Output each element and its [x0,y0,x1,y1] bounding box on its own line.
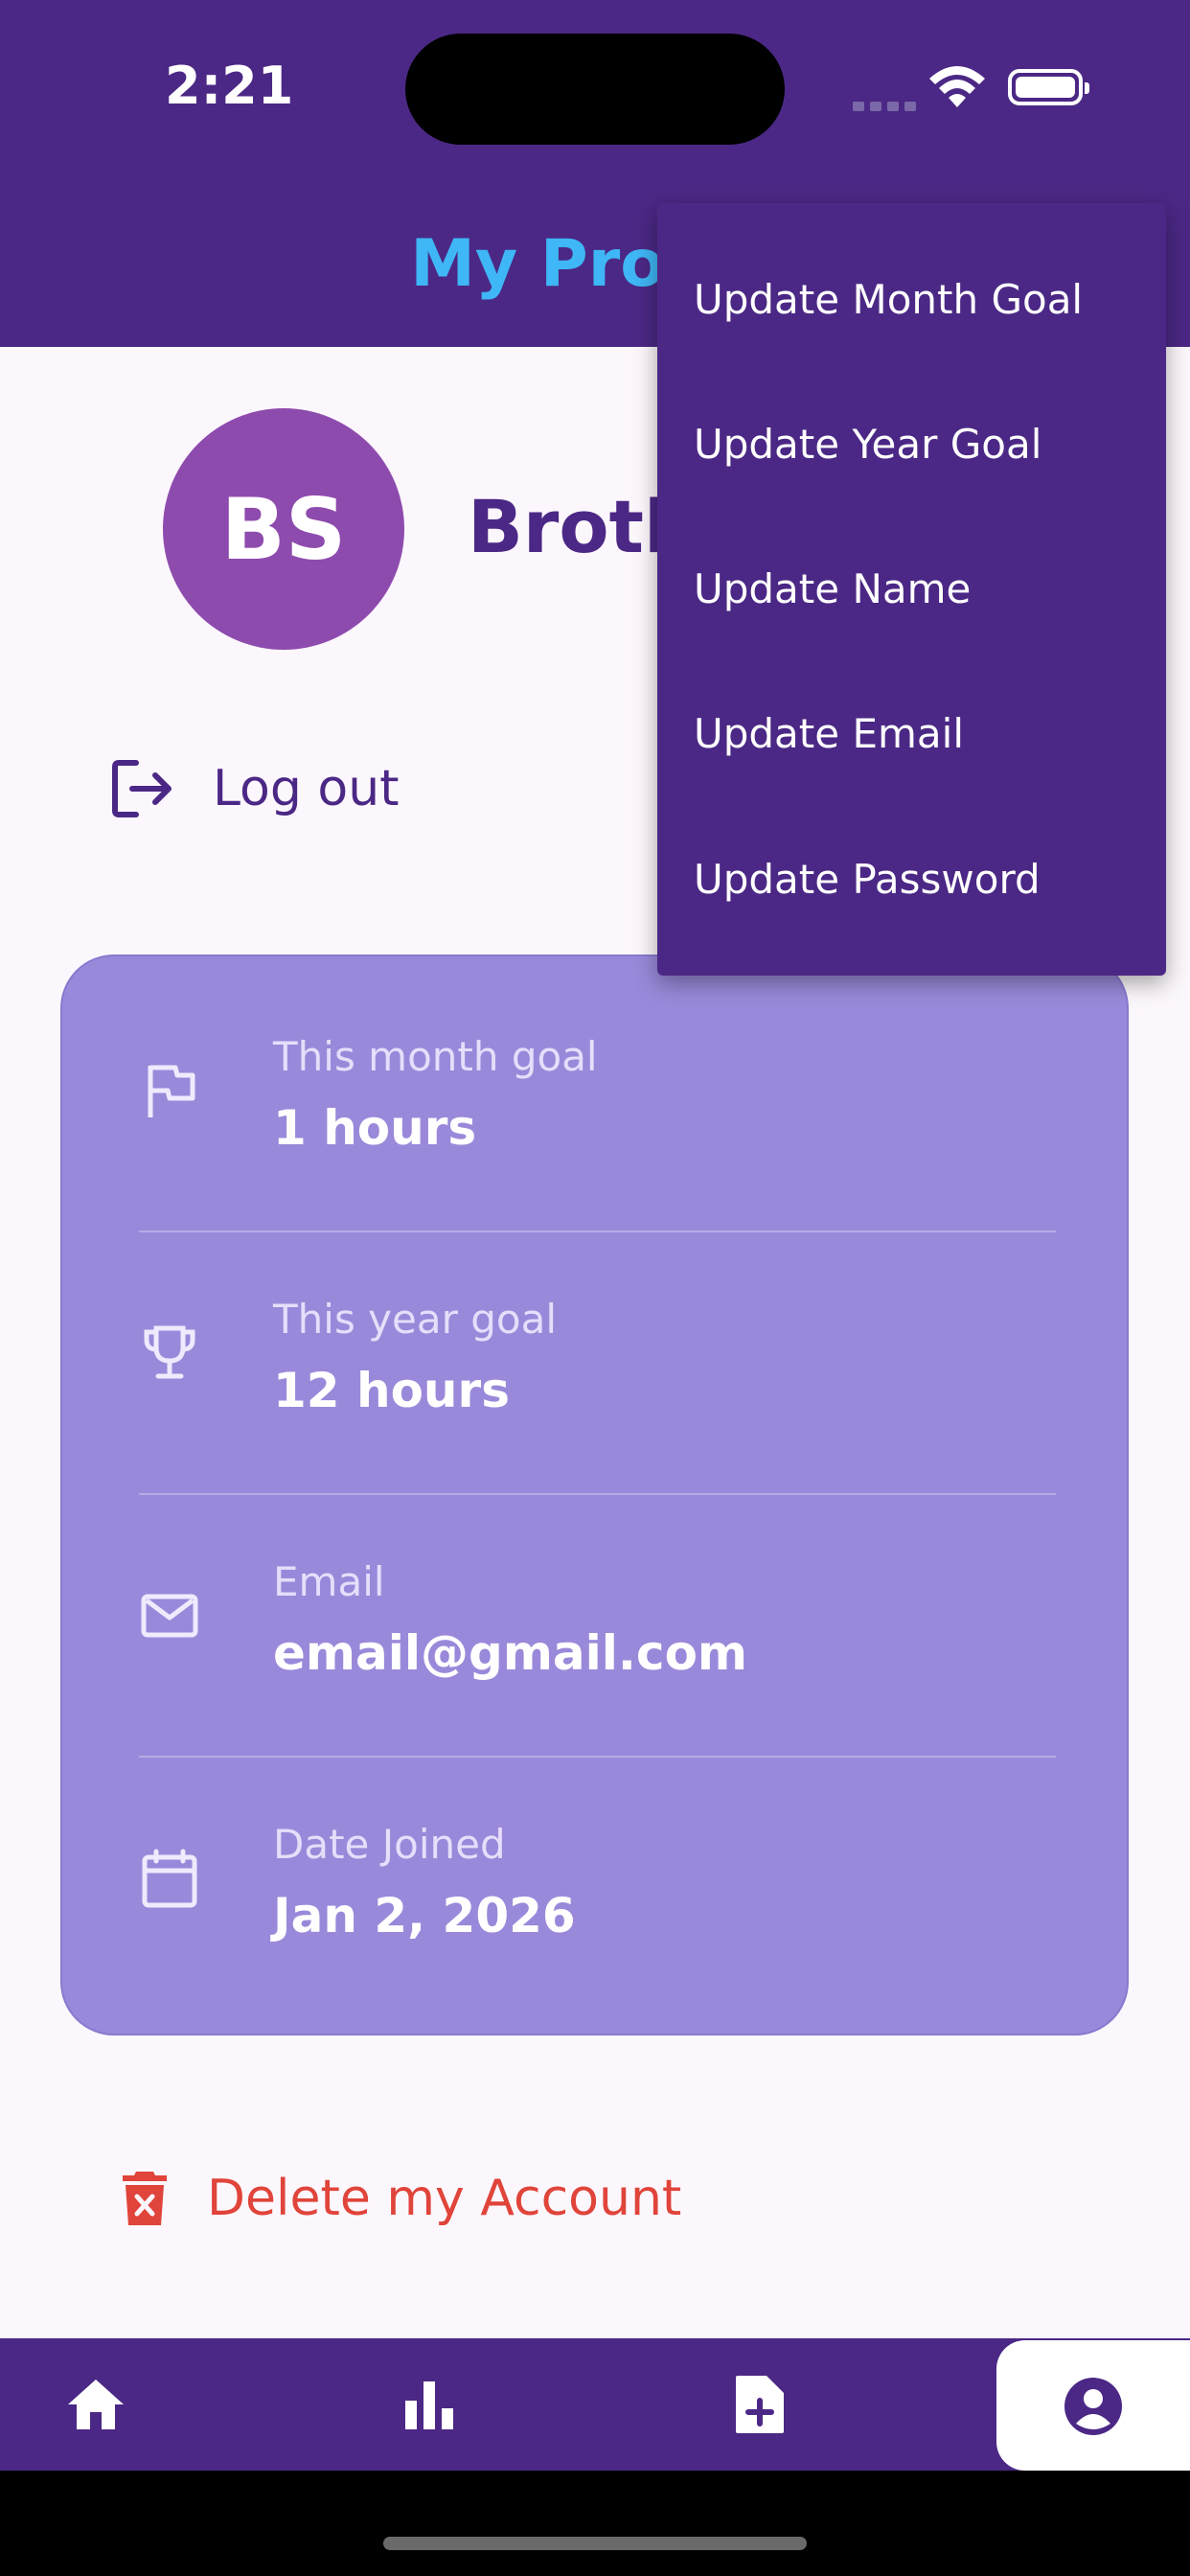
profile-icon [1064,2378,1122,2435]
info-value: 12 hours [273,1363,510,1418]
menu-item-update-password[interactable]: Update Password [694,856,1041,903]
nav-add-report[interactable] [664,2338,856,2471]
trophy-icon [144,1325,195,1379]
wifi-icon [927,63,987,113]
avatar: BS [163,408,404,650]
info-row-year-goal: This year goal 12 hours [62,1219,1131,1482]
logout-button[interactable]: Log out [111,759,400,818]
info-label: This year goal [273,1296,557,1343]
nav-profile[interactable] [996,2340,1190,2471]
logout-label: Log out [213,760,400,817]
profile-options-menu: Update Month Goal Update Year Goal Updat… [657,203,1166,976]
home-indicator-area [0,2471,1190,2576]
profile-info-card: This month goal 1 hours This year goal 1… [60,954,1129,2036]
calendar-icon [142,1849,197,1908]
delete-account-button[interactable]: Delete my Account [121,2170,681,2227]
bar-chart-icon [405,2381,453,2429]
info-row-date-joined: Date Joined Jan 2, 2026 [62,1744,1131,2007]
status-time: 2:21 [165,56,294,116]
info-value: 1 hours [273,1100,477,1156]
battery-icon [1008,69,1089,105]
logout-icon [112,760,172,817]
dynamic-island [405,34,785,145]
info-label: This month goal [273,1033,598,1080]
home-icon [68,2380,124,2429]
info-value: Jan 2, 2026 [273,1888,576,1944]
info-row-email: Email email@gmail.com [62,1482,1131,1744]
avatar-initials: BS [220,479,347,579]
menu-item-update-month-goal[interactable]: Update Month Goal [694,276,1083,323]
info-label: Date Joined [273,1821,506,1868]
info-value: email@gmail.com [273,1625,748,1681]
nav-stats[interactable] [333,2338,525,2471]
add-report-icon [736,2376,784,2433]
home-indicator[interactable] [383,2537,807,2550]
menu-item-update-name[interactable]: Update Name [694,565,971,612]
info-label: Email [273,1558,385,1605]
info-row-month-goal: This month goal 1 hours [62,956,1131,1219]
cellular-signal-icon [853,97,922,115]
menu-item-update-year-goal[interactable]: Update Year Goal [694,421,1041,468]
nav-home[interactable] [0,2338,192,2471]
menu-item-update-email[interactable]: Update Email [694,710,964,757]
flag-icon [148,1065,195,1117]
mail-icon [141,1594,198,1638]
delete-icon [123,2172,167,2225]
delete-account-label: Delete my Account [207,2170,682,2227]
